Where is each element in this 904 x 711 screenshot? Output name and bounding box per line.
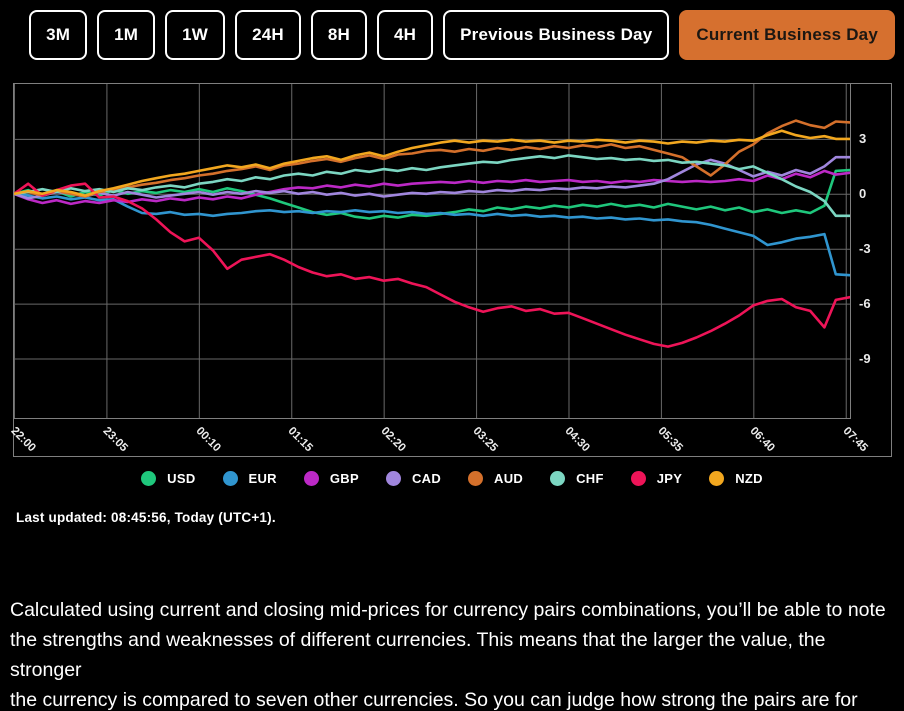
legend-item-gbp[interactable]: GBP bbox=[303, 471, 359, 486]
legend-dot-usd bbox=[141, 471, 157, 486]
timeframe-button-1w[interactable]: 1W bbox=[165, 10, 226, 60]
last-updated-text: Last updated: 08:45:56, Today (UTC+1). bbox=[16, 510, 276, 525]
timeframe-button-4h[interactable]: 4H bbox=[377, 10, 434, 60]
chart-canvas bbox=[14, 84, 850, 418]
chart-legend: USD EUR GBP CAD AUD CHF JPY NZD bbox=[0, 471, 904, 486]
x-tick-label: 03:25 bbox=[470, 425, 500, 455]
legend-label: NZD bbox=[735, 471, 763, 486]
x-tick-label: 05:35 bbox=[655, 425, 685, 455]
timeframe-button-1m[interactable]: 1M bbox=[97, 10, 156, 60]
description-line: Calculated using current and closing mid… bbox=[10, 599, 886, 621]
legend-dot-eur bbox=[222, 471, 238, 486]
timeframe-button-current-business-day[interactable]: Current Business Day bbox=[679, 10, 895, 60]
series-line-jpy bbox=[14, 182, 850, 348]
legend-item-aud[interactable]: AUD bbox=[468, 471, 523, 486]
legend-item-jpy[interactable]: JPY bbox=[630, 471, 683, 486]
description-paragraph: Calculated using current and closing mid… bbox=[10, 595, 898, 711]
timeframe-toolbar: 3M 1M 1W 24H 8H 4H Previous Business Day Curren… bbox=[29, 10, 895, 60]
strength-chart: 3 0 -3 -6 -9 22:00 23:05 00:10 01:15 02:20 03:25 0… bbox=[9, 83, 892, 457]
x-tick-label: 22:00 bbox=[8, 425, 38, 455]
legend-label: GBP bbox=[329, 471, 359, 486]
timeframe-button-24h[interactable]: 24H bbox=[235, 10, 301, 60]
chart-plot-area bbox=[14, 84, 851, 419]
x-tick-label: 00:10 bbox=[193, 425, 223, 455]
legend-item-eur[interactable]: EUR bbox=[222, 471, 277, 486]
series-line-aud bbox=[14, 119, 850, 198]
x-tick-label: 23:05 bbox=[100, 425, 131, 455]
legend-dot-aud bbox=[468, 471, 484, 486]
legend-label: USD bbox=[167, 471, 196, 486]
y-tick-label: -9 bbox=[859, 350, 871, 366]
timeframe-button-previous-business-day[interactable]: Previous Business Day bbox=[443, 10, 670, 60]
timeframe-button-3m[interactable]: 3M bbox=[29, 10, 88, 60]
legend-dot-jpy bbox=[630, 471, 646, 486]
description-line: the currency is compared to seven other … bbox=[10, 689, 858, 711]
legend-label: CAD bbox=[411, 471, 442, 486]
legend-label: AUD bbox=[494, 471, 524, 486]
x-tick-label: 02:20 bbox=[378, 425, 408, 455]
legend-item-chf[interactable]: CHF bbox=[550, 471, 604, 486]
legend-item-nzd[interactable]: NZD bbox=[709, 471, 763, 486]
legend-item-cad[interactable]: CAD bbox=[385, 471, 442, 486]
y-tick-label: -6 bbox=[859, 295, 871, 311]
legend-item-usd[interactable]: USD bbox=[141, 471, 195, 486]
legend-dot-cad bbox=[385, 471, 401, 486]
x-tick-label: 01:15 bbox=[285, 425, 316, 455]
y-tick-label: 3 bbox=[859, 130, 867, 146]
x-tick-label: 04:30 bbox=[562, 425, 593, 455]
x-tick-label: 06:40 bbox=[747, 425, 778, 455]
y-tick-label: -3 bbox=[859, 240, 871, 256]
timeframe-button-8h[interactable]: 8H bbox=[310, 10, 367, 60]
x-tick-label: 07:45 bbox=[840, 425, 870, 455]
currency-strength-page: 3M 1M 1W 24H 8H 4H Previous Business Day Curren… bbox=[0, 0, 904, 711]
legend-dot-nzd bbox=[709, 471, 725, 486]
series-line-gbp bbox=[14, 169, 850, 206]
legend-label: CHF bbox=[576, 471, 604, 486]
legend-label: JPY bbox=[656, 471, 683, 486]
legend-dot-chf bbox=[550, 471, 566, 486]
description-line: the strengths and weaknesses of differen… bbox=[10, 629, 826, 681]
legend-dot-gbp bbox=[303, 471, 319, 486]
y-tick-label: 0 bbox=[859, 185, 867, 201]
legend-label: EUR bbox=[248, 471, 277, 486]
